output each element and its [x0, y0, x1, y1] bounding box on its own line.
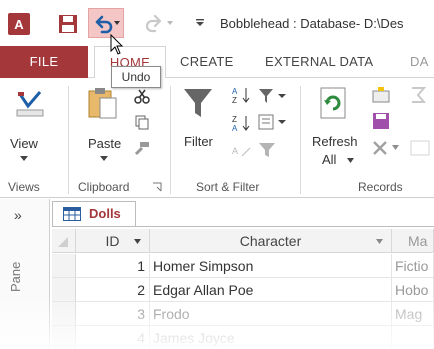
toggle-filter-icon[interactable]: [258, 142, 276, 158]
cell-id[interactable]: 1: [76, 254, 150, 278]
tab-dolls-table[interactable]: Dolls: [52, 201, 136, 226]
tab-external-data[interactable]: EXTERNAL DATA: [265, 46, 373, 78]
delete-icon[interactable]: [372, 140, 388, 156]
chevron-down-icon[interactable]: [100, 156, 108, 162]
chevron-down-icon[interactable]: [20, 156, 28, 162]
group-divider: [170, 86, 171, 194]
filter-icon: [184, 89, 212, 117]
svg-text:A: A: [232, 87, 238, 96]
tab-database-tools[interactable]: DA: [410, 46, 429, 78]
column-header-label: Character: [239, 233, 302, 249]
ribbon-tabs: FILE HOME CREATE EXTERNAL DATA DA: [0, 46, 434, 79]
totals-icon[interactable]: [410, 86, 432, 104]
group-divider: [300, 86, 301, 194]
copy-icon[interactable]: [134, 114, 150, 130]
chevron-down-icon[interactable]: [134, 239, 141, 244]
window-title: Bobblehead : Database- D:\Des: [220, 16, 404, 31]
shutter-bar-toggle[interactable]: »: [14, 207, 22, 223]
views-group-label: Views: [8, 180, 40, 194]
table-row[interactable]: 2 Edgar Allan Poe Hobo: [52, 278, 434, 302]
select-all-icon: [58, 237, 68, 247]
refresh-all-dropdown[interactable]: All: [322, 152, 336, 167]
cell-character[interactable]: James Joyce: [150, 326, 392, 349]
sort-descending-icon[interactable]: Z A: [232, 114, 252, 132]
chevron-down-icon[interactable]: [376, 239, 383, 244]
column-header-label: ID: [105, 233, 120, 249]
records-group-label: Records: [358, 180, 403, 194]
refresh-all-label[interactable]: Refresh: [312, 134, 358, 149]
row-selector[interactable]: [52, 278, 76, 302]
refresh-icon: [320, 87, 346, 119]
advanced-filter-icon[interactable]: [258, 114, 292, 130]
group-divider: [68, 86, 69, 194]
format-painter-icon[interactable]: [134, 140, 150, 156]
tab-file[interactable]: FILE: [0, 46, 88, 78]
new-record-icon[interactable]: [372, 86, 390, 104]
dialog-launcher-icon[interactable]: [152, 182, 162, 192]
paste-icon: [88, 88, 117, 119]
save-record-icon[interactable]: [372, 112, 390, 130]
svg-text:A: A: [232, 146, 238, 156]
filter-button[interactable]: Filter: [184, 134, 213, 149]
undo-icon: [95, 15, 113, 34]
column-header-third[interactable]: Ma: [392, 229, 434, 253]
table-row[interactable]: 4 James Joyce: [52, 326, 434, 349]
title-bar: A Bobblehead : Database- D:\Des: [0, 0, 434, 46]
chevron-down-icon[interactable]: [347, 158, 354, 163]
column-header-character[interactable]: Character: [150, 229, 392, 253]
sort-ascending-icon[interactable]: A Z: [232, 86, 252, 104]
save-icon[interactable]: [56, 12, 80, 36]
cut-icon[interactable]: [134, 88, 150, 104]
chevron-down-icon[interactable]: [392, 145, 399, 150]
chevron-down-icon[interactable]: [166, 20, 174, 26]
svg-text:Z: Z: [232, 96, 237, 104]
selection-filter-icon[interactable]: [258, 88, 292, 104]
cell-id[interactable]: 2: [76, 278, 150, 302]
cell-id[interactable]: 4: [76, 326, 150, 349]
row-selector[interactable]: [52, 254, 76, 278]
table-icon: [63, 207, 81, 221]
cell-third[interactable]: [392, 326, 434, 349]
table-row[interactable]: 3 Frodo Mag: [52, 302, 434, 326]
undo-tooltip: Undo: [111, 66, 161, 88]
cell-third[interactable]: Fictio: [392, 254, 434, 278]
remove-sort-icon[interactable]: A: [232, 142, 252, 160]
cell-id[interactable]: 3: [76, 302, 150, 326]
redo-icon[interactable]: [145, 13, 165, 33]
chevron-down-icon[interactable]: [113, 19, 121, 27]
cell-character[interactable]: Edgar Allan Poe: [150, 278, 392, 302]
navigation-pane-label: Pane: [8, 261, 23, 292]
paste-button[interactable]: Paste: [88, 136, 121, 151]
svg-text:Z: Z: [232, 115, 237, 124]
access-logo-icon[interactable]: A: [8, 13, 30, 35]
table-row[interactable]: 1 Homer Simpson Fictio: [52, 254, 434, 278]
more-records-icon[interactable]: [410, 140, 432, 156]
row-selector[interactable]: [52, 302, 76, 326]
clipboard-group-label: Clipboard: [78, 180, 130, 194]
cell-third[interactable]: Mag: [392, 302, 434, 326]
view-icon: [16, 91, 44, 117]
document-tab-label: Dolls: [89, 206, 121, 221]
cell-character[interactable]: Frodo: [150, 302, 392, 326]
view-button[interactable]: View: [10, 136, 38, 151]
tab-create[interactable]: CREATE: [180, 46, 234, 78]
select-all-corner[interactable]: [52, 229, 76, 253]
customize-qat-icon[interactable]: [196, 19, 204, 27]
ribbon-home: View Views Paste Clipboard Filter A Z Z …: [0, 78, 434, 198]
svg-text:A: A: [232, 124, 238, 132]
datasheet-grid[interactable]: ID Character Ma 1 Homer Simpson Fictio 2…: [52, 227, 434, 349]
mouse-cursor-icon: [110, 34, 124, 55]
cell-character[interactable]: Homer Simpson: [150, 254, 392, 278]
column-header-id[interactable]: ID: [76, 229, 150, 253]
sort-filter-group-label: Sort & Filter: [196, 180, 260, 194]
cell-third[interactable]: Hobo: [392, 278, 434, 302]
row-selector[interactable]: [52, 326, 76, 349]
